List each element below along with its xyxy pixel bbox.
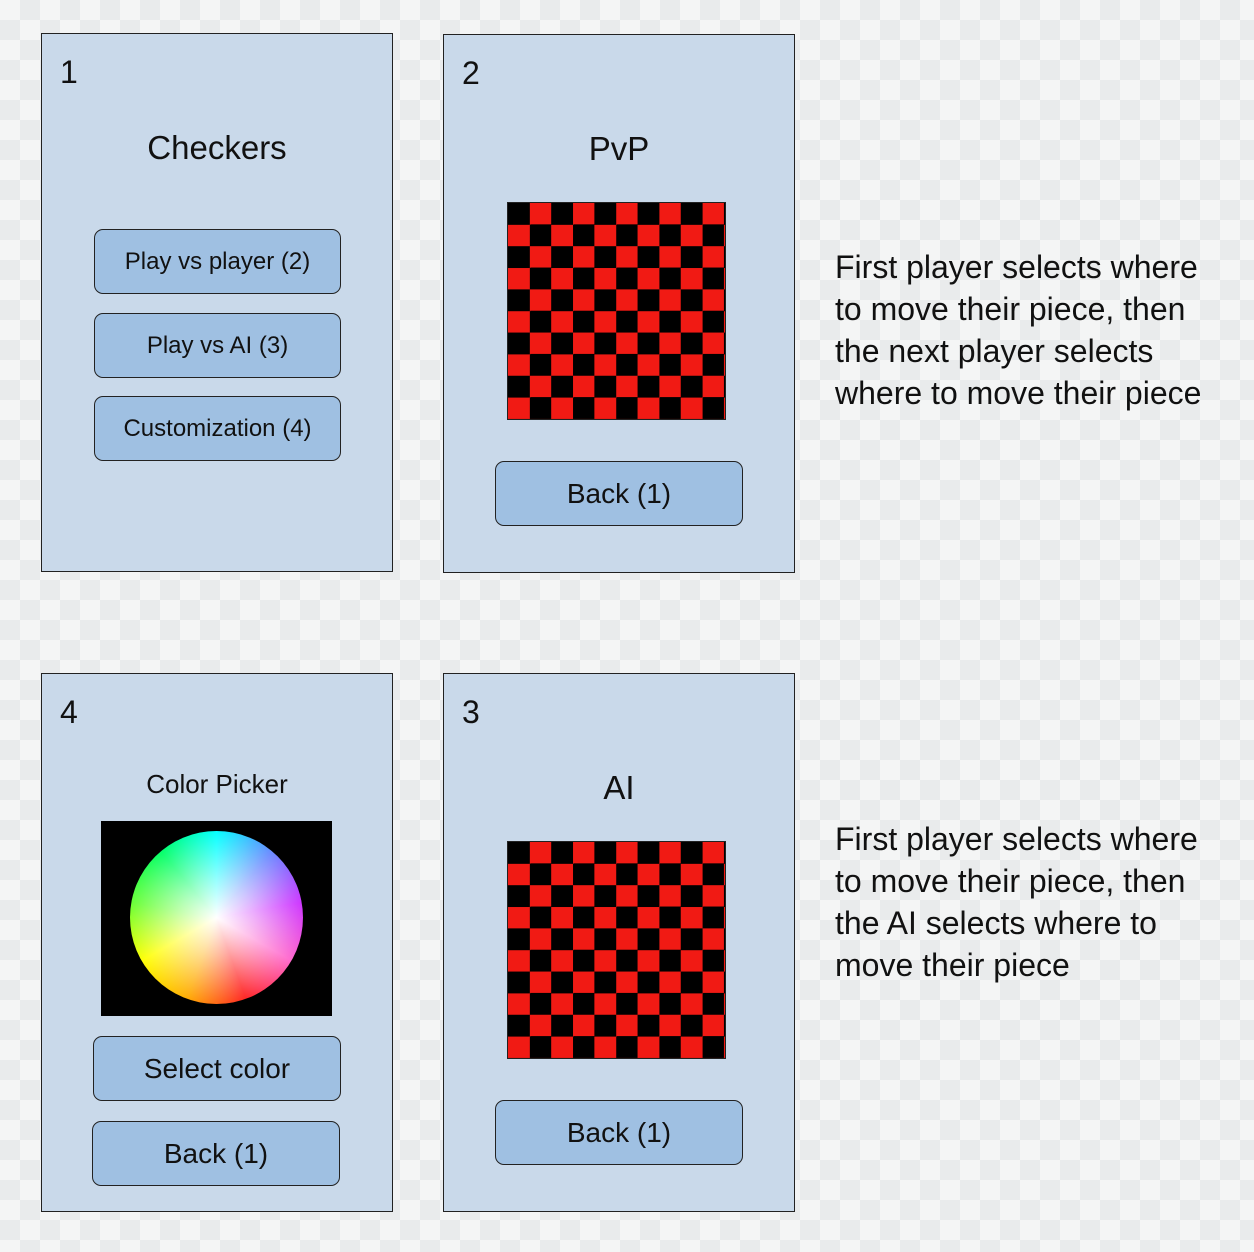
customization-button[interactable]: Customization (4)	[94, 396, 341, 461]
play-vs-ai-button[interactable]: Play vs AI (3)	[94, 313, 341, 378]
checkerboard[interactable]	[507, 841, 726, 1059]
color-wheel[interactable]	[130, 831, 303, 1004]
ai-screen: 3 AI Back (1)	[443, 673, 795, 1212]
play-vs-player-button[interactable]: Play vs player (2)	[94, 229, 341, 294]
back-button[interactable]: Back (1)	[92, 1121, 340, 1186]
screen-number: 2	[462, 55, 480, 91]
menu-screen: 1 Checkers Play vs player (2) Play vs AI…	[41, 33, 393, 572]
screen-title: AI	[603, 769, 635, 806]
screen-title: PvP	[588, 130, 650, 167]
color-picker[interactable]	[101, 821, 332, 1016]
pvp-screen: 2 PvP Back (1)	[443, 34, 795, 573]
customization-screen: 4 Color Picker Select color Back (1)	[41, 673, 393, 1212]
screen-number: 1	[60, 54, 78, 90]
checkerboard[interactable]	[507, 202, 726, 420]
screen-title: Checkers	[147, 129, 287, 166]
select-color-button[interactable]: Select color	[93, 1036, 341, 1101]
pvp-description: First player selects where to move their…	[835, 249, 1202, 411]
back-button[interactable]: Back (1)	[495, 461, 743, 526]
screen-title: Color Picker	[146, 769, 288, 799]
back-button[interactable]: Back (1)	[495, 1100, 743, 1165]
ai-description: First player selects where to move their…	[835, 821, 1198, 983]
screen-number: 4	[60, 694, 78, 730]
screen-number: 3	[462, 694, 480, 730]
